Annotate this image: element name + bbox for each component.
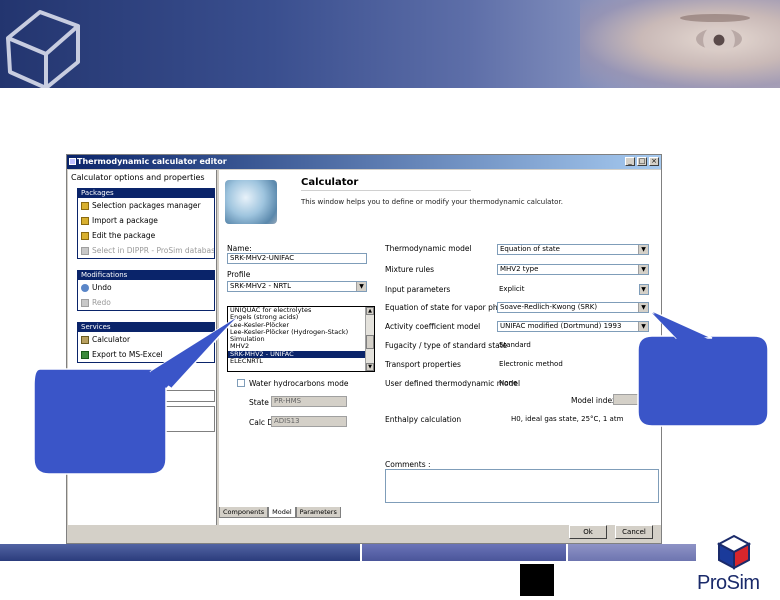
callout-overlay <box>33 309 769 475</box>
prosim-logo-text: ProSim <box>697 572 760 594</box>
prosim-cube-icon <box>716 534 752 570</box>
black-square <box>520 564 554 596</box>
footer-band-1 <box>0 544 360 561</box>
right-callout-bubble <box>637 335 769 427</box>
footer-band-2 <box>362 544 566 561</box>
left-callout-bubble-fill <box>150 318 236 388</box>
footer-band-3 <box>568 544 696 561</box>
